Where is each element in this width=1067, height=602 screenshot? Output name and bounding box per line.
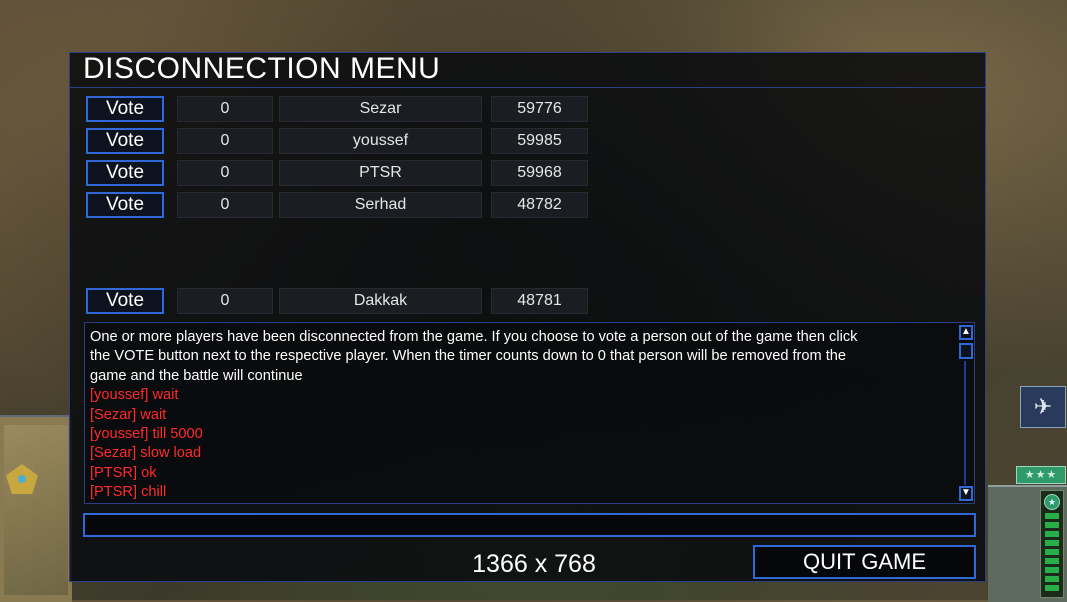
- vote-count: 0: [177, 128, 273, 154]
- rank-segment: [1045, 567, 1059, 573]
- vote-count: 0: [177, 288, 273, 314]
- vote-count: 0: [177, 192, 273, 218]
- rank-segment: [1045, 513, 1059, 519]
- satellite-icon[interactable]: ✈: [1020, 386, 1066, 428]
- vote-button[interactable]: Vote: [86, 160, 164, 186]
- rank-segment: [1045, 549, 1059, 555]
- vote-button[interactable]: Vote: [86, 96, 164, 122]
- disconnection-menu: DISCONNECTION MENU Vote 0 Sezar 59776 Vo…: [69, 52, 986, 582]
- vote-button[interactable]: Vote: [86, 192, 164, 218]
- minimap-panel: [0, 415, 72, 602]
- player-name: Sezar: [279, 96, 482, 122]
- chat-message: [Sezar] slow load: [90, 445, 202, 462]
- system-message-line: game and the battle will continue: [90, 367, 303, 384]
- vote-count: 0: [177, 96, 273, 122]
- menu-title: DISCONNECTION MENU: [83, 52, 441, 85]
- player-ping: 48781: [491, 288, 588, 314]
- vote-count: 0: [177, 160, 273, 186]
- player-name: youssef: [279, 128, 482, 154]
- player-ping: 59968: [491, 160, 588, 186]
- resolution-label: 1366 x 768: [472, 550, 596, 578]
- player-ping: 59985: [491, 128, 588, 154]
- player-name: Serhad: [279, 192, 482, 218]
- scroll-thumb[interactable]: [959, 343, 973, 359]
- rank-segment: [1045, 522, 1059, 528]
- player-ping: 59776: [491, 96, 588, 122]
- quit-game-button[interactable]: QUIT GAME: [753, 545, 976, 579]
- chat-message: [youssef] wait: [90, 387, 179, 404]
- chat-log: One or more players have been disconnect…: [84, 322, 975, 504]
- chat-messages: One or more players have been disconnect…: [90, 328, 956, 503]
- chat-message: [youssef] till 5000: [90, 426, 203, 443]
- menu-title-bar: DISCONNECTION MENU: [70, 53, 985, 88]
- rank-segment: [1045, 576, 1059, 582]
- rank-emblem-icon: ★: [1044, 494, 1060, 510]
- rank-progress-bar: ★: [1040, 490, 1064, 598]
- player-name: PTSR: [279, 160, 482, 186]
- rank-segment: [1045, 531, 1059, 537]
- vote-button[interactable]: Vote: [86, 128, 164, 154]
- player-ping: 48782: [491, 192, 588, 218]
- vote-button[interactable]: Vote: [86, 288, 164, 314]
- rank-segment: [1045, 558, 1059, 564]
- scroll-up-arrow-icon[interactable]: ▲: [959, 325, 973, 340]
- system-message-line: the VOTE button next to the respective p…: [90, 348, 847, 365]
- scroll-track[interactable]: [964, 361, 966, 485]
- rank-stars-badge: ★★★: [1016, 466, 1066, 484]
- minimap[interactable]: [4, 425, 68, 595]
- chat-scrollbar[interactable]: ▲ ▼: [958, 323, 974, 503]
- chat-message: [Sezar] wait: [90, 406, 167, 423]
- chat-message: [PTSR] chill: [90, 484, 167, 501]
- player-name: Dakkak: [279, 288, 482, 314]
- rank-segment: [1045, 540, 1059, 546]
- scroll-down-arrow-icon[interactable]: ▼: [959, 486, 973, 501]
- rank-segment: [1045, 585, 1059, 591]
- system-message-line: One or more players have been disconnect…: [90, 329, 858, 345]
- chat-message: [PTSR] ok: [90, 464, 157, 481]
- chat-input[interactable]: [83, 513, 976, 537]
